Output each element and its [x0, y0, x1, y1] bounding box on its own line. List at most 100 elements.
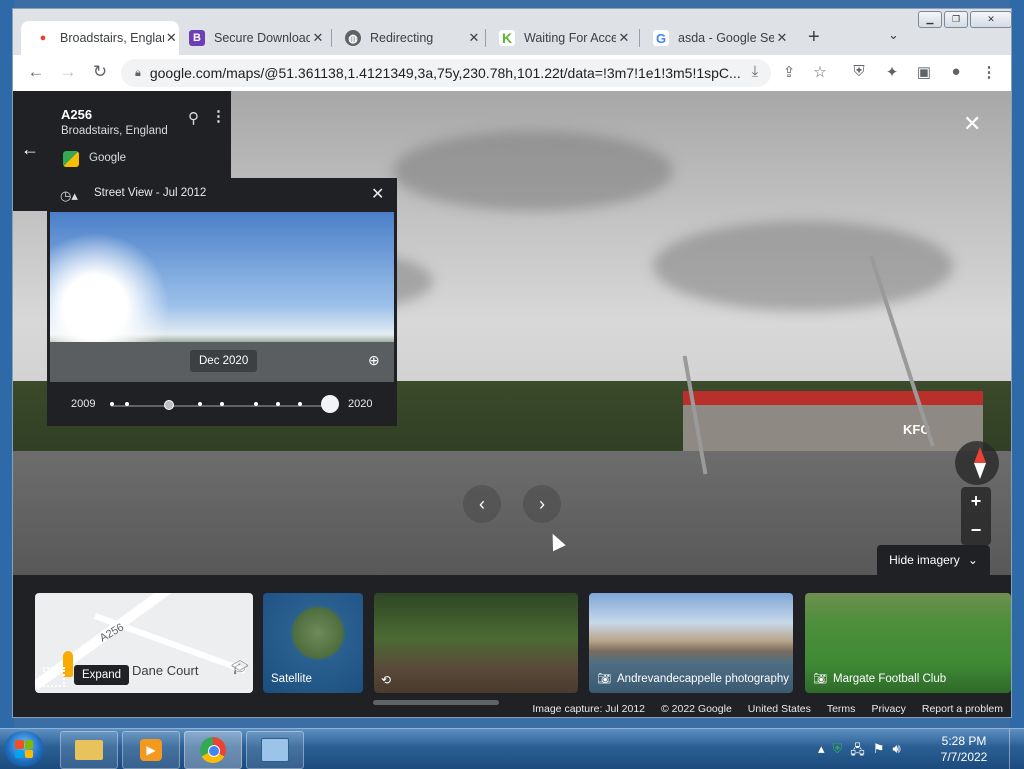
- install-icon[interactable]: ⤓: [745, 63, 765, 80]
- zoom-in-magnifier-icon[interactable]: ⊕: [368, 352, 380, 369]
- url-text: google.com/maps/@51.361138,1.4121349,3a,…: [149, 65, 740, 81]
- camera-icon: 📷︎: [597, 673, 611, 685]
- media-player-icon: ▶: [140, 739, 162, 761]
- zoom-out-button[interactable]: −: [961, 516, 991, 545]
- tab-redirecting[interactable]: ◍ Redirecting ✕: [331, 21, 483, 55]
- new-tab-plus-icon[interactable]: +: [808, 26, 820, 49]
- timeline-start-year: 2009: [71, 398, 96, 410]
- media-player-taskbar-button[interactable]: ▶: [122, 731, 180, 769]
- expand-fullscreen-icon[interactable]: [43, 667, 65, 687]
- zoom-control: + −: [961, 487, 991, 545]
- tab-search-chevron-icon[interactable]: ⌄: [888, 27, 899, 43]
- timeline-tick[interactable]: [298, 402, 302, 406]
- forward-arrow-icon[interactable]: →: [57, 62, 79, 82]
- shield-extension-icon[interactable]: ⛨: [849, 63, 869, 80]
- nav-arrow-left-icon[interactable]: ‹: [463, 485, 501, 523]
- share-icon[interactable]: ⇪: [779, 63, 799, 81]
- privacy-link[interactable]: Privacy: [871, 703, 905, 715]
- tab-broadstairs[interactable]: ● Broadstairs, England ✕: [21, 21, 179, 55]
- camera-icon: 📷︎: [813, 673, 827, 685]
- map-card[interactable]: A256 Expand Dane Court 🎓︎: [35, 593, 253, 693]
- hide-imagery-label: Hide imagery: [889, 553, 960, 567]
- b-icon: B: [189, 30, 205, 46]
- tab-secure-download[interactable]: B Secure Download ✕: [175, 21, 329, 55]
- photo-credit-label: Andrevandecappelle photography: [617, 673, 789, 685]
- reload-icon[interactable]: ↻: [89, 62, 111, 82]
- zoom-in-button[interactable]: +: [961, 487, 991, 516]
- action-center-flag-icon[interactable]: ⚑: [873, 741, 885, 763]
- maps-pin-icon: ●: [35, 30, 51, 46]
- terms-link[interactable]: Terms: [827, 703, 856, 715]
- satellite-card[interactable]: Satellite: [263, 593, 363, 693]
- timeline-tick[interactable]: [198, 402, 202, 406]
- start-button[interactable]: [4, 731, 44, 767]
- photo-card-football[interactable]: 📷︎ Margate Football Club: [805, 593, 1011, 693]
- more-vert-icon[interactable]: ⋮: [211, 107, 226, 125]
- back-arrow-icon[interactable]: ←: [21, 139, 39, 160]
- hide-imagery-button[interactable]: Hide imagery ⌄: [877, 545, 990, 575]
- browser-toolbar: ← → ↻ 🔒︎ google.com/maps/@51.361138,1.41…: [13, 55, 1011, 92]
- timeline-slider-knob[interactable]: [321, 395, 339, 413]
- bookmark-star-icon[interactable]: ☆: [810, 63, 830, 81]
- minimize-icon[interactable]: ▁: [918, 11, 942, 28]
- history-clock-icon[interactable]: ◷▴: [60, 188, 78, 204]
- timeline-current-marker[interactable]: [164, 400, 174, 410]
- address-bar[interactable]: 🔒︎ google.com/maps/@51.361138,1.4121349,…: [121, 59, 771, 87]
- show-desktop-button[interactable]: [1009, 729, 1024, 769]
- region-link[interactable]: United States: [748, 703, 811, 715]
- network-icon[interactable]: 🖧︎: [850, 741, 865, 763]
- close-timeline-icon[interactable]: ✕: [371, 184, 384, 204]
- tray-expand-icon[interactable]: ▴: [818, 741, 825, 763]
- timeline-tick[interactable]: [220, 402, 224, 406]
- image-capture-date: Image capture: Jul 2012: [532, 703, 645, 715]
- map-pin-icon[interactable]: ⚲: [188, 109, 199, 127]
- tab-asda-search[interactable]: G asda - Google Search ✕: [639, 21, 791, 55]
- close-tab-icon[interactable]: ✕: [774, 30, 790, 46]
- provider-name: Google: [89, 152, 127, 164]
- window-close-icon[interactable]: ✕: [970, 11, 1012, 28]
- explorer-taskbar-button[interactable]: [60, 731, 118, 769]
- chrome-icon: [200, 737, 226, 763]
- strip-scrollbar[interactable]: [373, 700, 499, 705]
- volume-icon[interactable]: 🔊︎: [892, 741, 900, 763]
- k-icon: K: [499, 30, 515, 46]
- back-arrow-icon[interactable]: ←: [25, 62, 47, 82]
- lock-icon[interactable]: 🔒︎: [135, 67, 141, 80]
- 360-rotate-icon: ⟲: [381, 673, 392, 687]
- restore-icon[interactable]: ❐: [944, 11, 968, 28]
- nav-arrow-right-icon[interactable]: ›: [523, 485, 561, 523]
- chrome-taskbar-button[interactable]: [184, 731, 242, 769]
- browser-window: ● Broadstairs, England ✕ B Secure Downlo…: [12, 8, 1012, 718]
- photo-place-label: Margate Football Club: [833, 673, 947, 685]
- street-view-thumb-card[interactable]: ⟲: [374, 593, 578, 693]
- tab-title: Redirecting: [370, 31, 434, 45]
- clock-date: 7/7/2022: [940, 750, 988, 764]
- security-shield-icon[interactable]: ⛨: [833, 741, 843, 763]
- timeline-tick[interactable]: [125, 402, 129, 406]
- side-panel-icon[interactable]: ▣: [914, 63, 934, 81]
- map-road-label: A256: [97, 621, 126, 645]
- timeline-tick[interactable]: [276, 402, 280, 406]
- photo-card-harbor[interactable]: 📷︎ Andrevandecappelle photography: [589, 593, 793, 693]
- profile-avatar-icon[interactable]: ●: [946, 63, 966, 80]
- close-tab-icon[interactable]: ✕: [310, 30, 326, 46]
- compass-icon[interactable]: [955, 441, 999, 485]
- street-view-pano[interactable]: KFC ← A256 Broadstairs, England ⚲ ⋮ Goog…: [13, 91, 1011, 717]
- tab-waiting[interactable]: K Waiting For Access ✕: [485, 21, 637, 55]
- close-street-view-icon[interactable]: ✕: [963, 111, 981, 137]
- taskbar-clock[interactable]: 5:28 PM 7/7/2022: [930, 733, 998, 765]
- desktop-right: [1010, 0, 1024, 728]
- timeline-thumbnail[interactable]: Dec 2020 ⊕: [50, 212, 394, 382]
- timeline-tick[interactable]: [254, 402, 258, 406]
- close-tab-icon[interactable]: ✕: [466, 30, 482, 46]
- extensions-puzzle-icon[interactable]: ✦: [882, 63, 902, 81]
- report-problem-link[interactable]: Report a problem: [922, 703, 1003, 715]
- timeline-tick[interactable]: [110, 402, 114, 406]
- close-tab-icon[interactable]: ✕: [616, 30, 632, 46]
- control-panel-icon: [261, 738, 289, 762]
- timeline-panel: ◷▴ Street View - Jul 2012 ✕ Dec 2020 ⊕ 2…: [47, 178, 397, 426]
- control-panel-taskbar-button[interactable]: [246, 731, 304, 769]
- menu-kebab-icon[interactable]: ⋮: [979, 63, 999, 81]
- tab-bar: ● Broadstairs, England ✕ B Secure Downlo…: [13, 9, 1012, 55]
- tab-title: asda - Google Search: [678, 31, 774, 45]
